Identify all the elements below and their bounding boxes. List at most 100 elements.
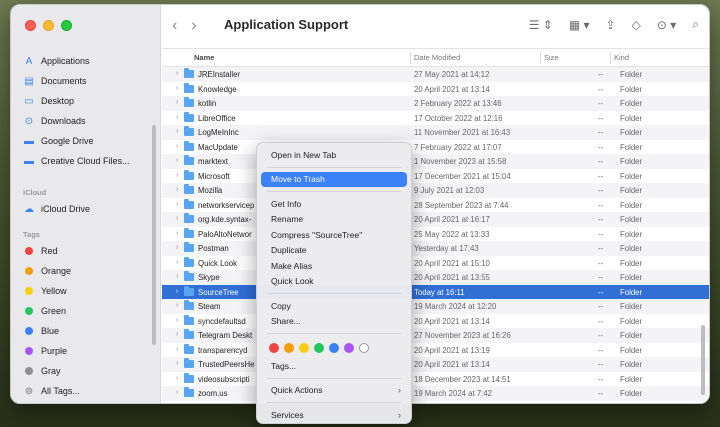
sidebar-scrollbar[interactable]	[152, 125, 156, 345]
file-date: 25 May 2022 at 13:33	[414, 229, 490, 239]
sidebar-item[interactable]: Gray	[11, 361, 161, 381]
menu-item-compress[interactable]: Compress "SourceTree"	[261, 227, 407, 243]
disclosure-triangle-icon[interactable]: ›	[176, 302, 178, 309]
folder-icon	[184, 285, 194, 296]
table-row[interactable]: › Telegram Deskt 27 November 2023 at 16:26…	[162, 328, 709, 343]
sidebar-item[interactable]: ▤ Documents	[11, 71, 161, 91]
sidebar-item[interactable]: A Applications	[11, 51, 161, 71]
tag-color-dot[interactable]	[284, 343, 294, 353]
column-kind[interactable]: Kind	[614, 53, 629, 62]
sidebar-item[interactable]: Green	[11, 301, 161, 321]
menu-item-duplicate[interactable]: Duplicate	[261, 243, 407, 259]
disclosure-triangle-icon[interactable]: ›	[176, 143, 178, 150]
table-row[interactable]: › Microsoft 17 December 2021 at 15:04 -- Fol…	[162, 169, 709, 184]
table-row[interactable]: › marktext 1 November 2023 at 15:58 -- Folde…	[162, 154, 709, 169]
table-row[interactable]: › zoom.us 19 March 2024 at 7:42 -- Folder	[162, 386, 709, 401]
disclosure-triangle-icon[interactable]: ›	[176, 85, 178, 92]
zoom-button[interactable]	[61, 20, 72, 31]
table-row[interactable]: › MacUpdate 7 February 2022 at 17:07 -- Fold…	[162, 140, 709, 155]
disclosure-triangle-icon[interactable]: ›	[176, 70, 178, 77]
menu-item-services[interactable]: Services ›	[261, 407, 407, 423]
tag-color-dot[interactable]	[329, 343, 339, 353]
menu-item-tags[interactable]: Tags...	[261, 358, 407, 374]
column-name[interactable]: Name	[194, 53, 214, 62]
disclosure-triangle-icon[interactable]: ›	[176, 215, 178, 222]
back-chevron-icon[interactable]: ‹	[172, 17, 177, 35]
table-row[interactable]: › Postman Yesterday at 17:43 -- Folder	[162, 241, 709, 256]
sidebar-item[interactable]: ☁ iCloud Drive	[11, 199, 161, 219]
sidebar-item[interactable]: Red	[11, 241, 161, 261]
disclosure-triangle-icon[interactable]: ›	[176, 273, 178, 280]
group-icon[interactable]: ▦ ▾	[569, 18, 590, 32]
tag-color-dot[interactable]	[359, 343, 369, 353]
table-row[interactable]: › org.kde.syntax- 20 April 2021 at 16:17 --…	[162, 212, 709, 227]
sidebar-item[interactable]: ▭ Desktop	[11, 91, 161, 111]
disclosure-triangle-icon[interactable]: ›	[176, 244, 178, 251]
search-icon[interactable]: ⌕	[692, 17, 699, 32]
disclosure-triangle-icon[interactable]: ›	[176, 186, 178, 193]
menu-item-get-info[interactable]: Get Info	[261, 196, 407, 212]
sidebar-item[interactable]: ⊙ Downloads	[11, 111, 161, 131]
menu-item-move-to-trash[interactable]: Move to Trash	[261, 171, 407, 187]
list-view-icon[interactable]: ☰ ⇕	[529, 18, 553, 32]
disclosure-triangle-icon[interactable]: ›	[176, 99, 178, 106]
table-row[interactable]: › JREInstaller 27 May 2021 at 14:12 -- Folde…	[162, 67, 709, 82]
table-row[interactable]: › syncdefaultsd 20 April 2021 at 13:14 -- Fo…	[162, 314, 709, 329]
tag-color-dot[interactable]	[269, 343, 279, 353]
sidebar-item[interactable]: ▬ Google Drive	[11, 131, 161, 151]
table-row[interactable]: › LibreOffice 17 October 2022 at 12:16 -- Fo…	[162, 111, 709, 126]
table-row[interactable]: › networkservicep 28 September 2023 at 7:4…	[162, 198, 709, 213]
disclosure-triangle-icon[interactable]: ›	[176, 360, 178, 367]
table-row[interactable]: › TrustedPeersHe 20 April 2021 at 13:14 -- F…	[162, 357, 709, 372]
table-row[interactable]: › Steam 19 March 2024 at 12:20 -- Folder	[162, 299, 709, 314]
column-size[interactable]: Size	[544, 53, 559, 62]
table-row[interactable]: › videosubscripti 18 December 2023 at 14:5…	[162, 372, 709, 387]
tag-color-dot[interactable]	[344, 343, 354, 353]
disclosure-triangle-icon[interactable]: ›	[176, 317, 178, 324]
menu-item-quick-actions[interactable]: Quick Actions ›	[261, 383, 407, 399]
disclosure-triangle-icon[interactable]: ›	[176, 331, 178, 338]
disclosure-triangle-icon[interactable]: ›	[176, 230, 178, 237]
sidebar-item[interactable]: ⊚ All Tags...	[11, 381, 161, 401]
more-actions-icon[interactable]: ⊙ ▾	[657, 18, 676, 32]
menu-item-open-new-tab[interactable]: Open in New Tab	[261, 147, 407, 163]
file-list-scrollbar[interactable]	[701, 325, 705, 395]
disclosure-triangle-icon[interactable]: ›	[176, 114, 178, 121]
table-row[interactable]: › Knowledge 20 April 2021 at 13:14 -- Folder	[162, 82, 709, 97]
table-row[interactable]: › Mozilla 9 July 2021 at 12:03 -- Folder	[162, 183, 709, 198]
column-date-modified[interactable]: Date Modified	[414, 53, 460, 62]
disclosure-triangle-icon[interactable]: ›	[176, 157, 178, 164]
table-row[interactable]: › kotlin 2 February 2022 at 13:46 -- Folder	[162, 96, 709, 111]
sidebar-item[interactable]: Purple	[11, 341, 161, 361]
tag-color-dot[interactable]	[299, 343, 309, 353]
table-row[interactable]: › SourceTree Today at 16:11 -- Folder	[162, 284, 709, 299]
forward-chevron-icon[interactable]: ›	[191, 17, 196, 35]
tag-icon[interactable]: ◇	[632, 18, 641, 32]
menu-item-rename[interactable]: Rename	[261, 212, 407, 228]
menu-item-copy[interactable]: Copy	[261, 298, 407, 314]
menu-item-quick-look[interactable]: Quick Look	[261, 274, 407, 290]
disclosure-triangle-icon[interactable]: ›	[176, 288, 178, 295]
minimize-button[interactable]	[43, 20, 54, 31]
disclosure-triangle-icon[interactable]: ›	[176, 128, 178, 135]
table-row[interactable]: › LogMeInInc 11 November 2021 at 16:43 -- Fo…	[162, 125, 709, 140]
share-icon[interactable]: ⇪	[606, 18, 616, 32]
table-row[interactable]: › Quick Look 20 April 2021 at 15:10 -- Folde…	[162, 256, 709, 271]
tag-color-dot[interactable]	[314, 343, 324, 353]
table-row[interactable]: › PaloAltoNetwor 25 May 2022 at 13:33 -- Fol…	[162, 227, 709, 242]
table-row[interactable]: › Skype 20 April 2021 at 13:55 -- Folder	[162, 270, 709, 285]
sidebar-item[interactable]: ▬ Creative Cloud Files...	[11, 151, 161, 171]
disclosure-triangle-icon[interactable]: ›	[176, 389, 178, 396]
disclosure-triangle-icon[interactable]: ›	[176, 259, 178, 266]
close-button[interactable]	[25, 20, 36, 31]
disclosure-triangle-icon[interactable]: ›	[176, 346, 178, 353]
table-row[interactable]: › transparencyd 20 April 2021 at 13:19 -- Fo…	[162, 343, 709, 358]
disclosure-triangle-icon[interactable]: ›	[176, 172, 178, 179]
disclosure-triangle-icon[interactable]: ›	[176, 375, 178, 382]
menu-item-make-alias[interactable]: Make Alias	[261, 258, 407, 274]
menu-item-share[interactable]: Share...	[261, 314, 407, 330]
sidebar-item[interactable]: Blue	[11, 321, 161, 341]
disclosure-triangle-icon[interactable]: ›	[176, 201, 178, 208]
sidebar-item[interactable]: Orange	[11, 261, 161, 281]
sidebar-item[interactable]: Yellow	[11, 281, 161, 301]
